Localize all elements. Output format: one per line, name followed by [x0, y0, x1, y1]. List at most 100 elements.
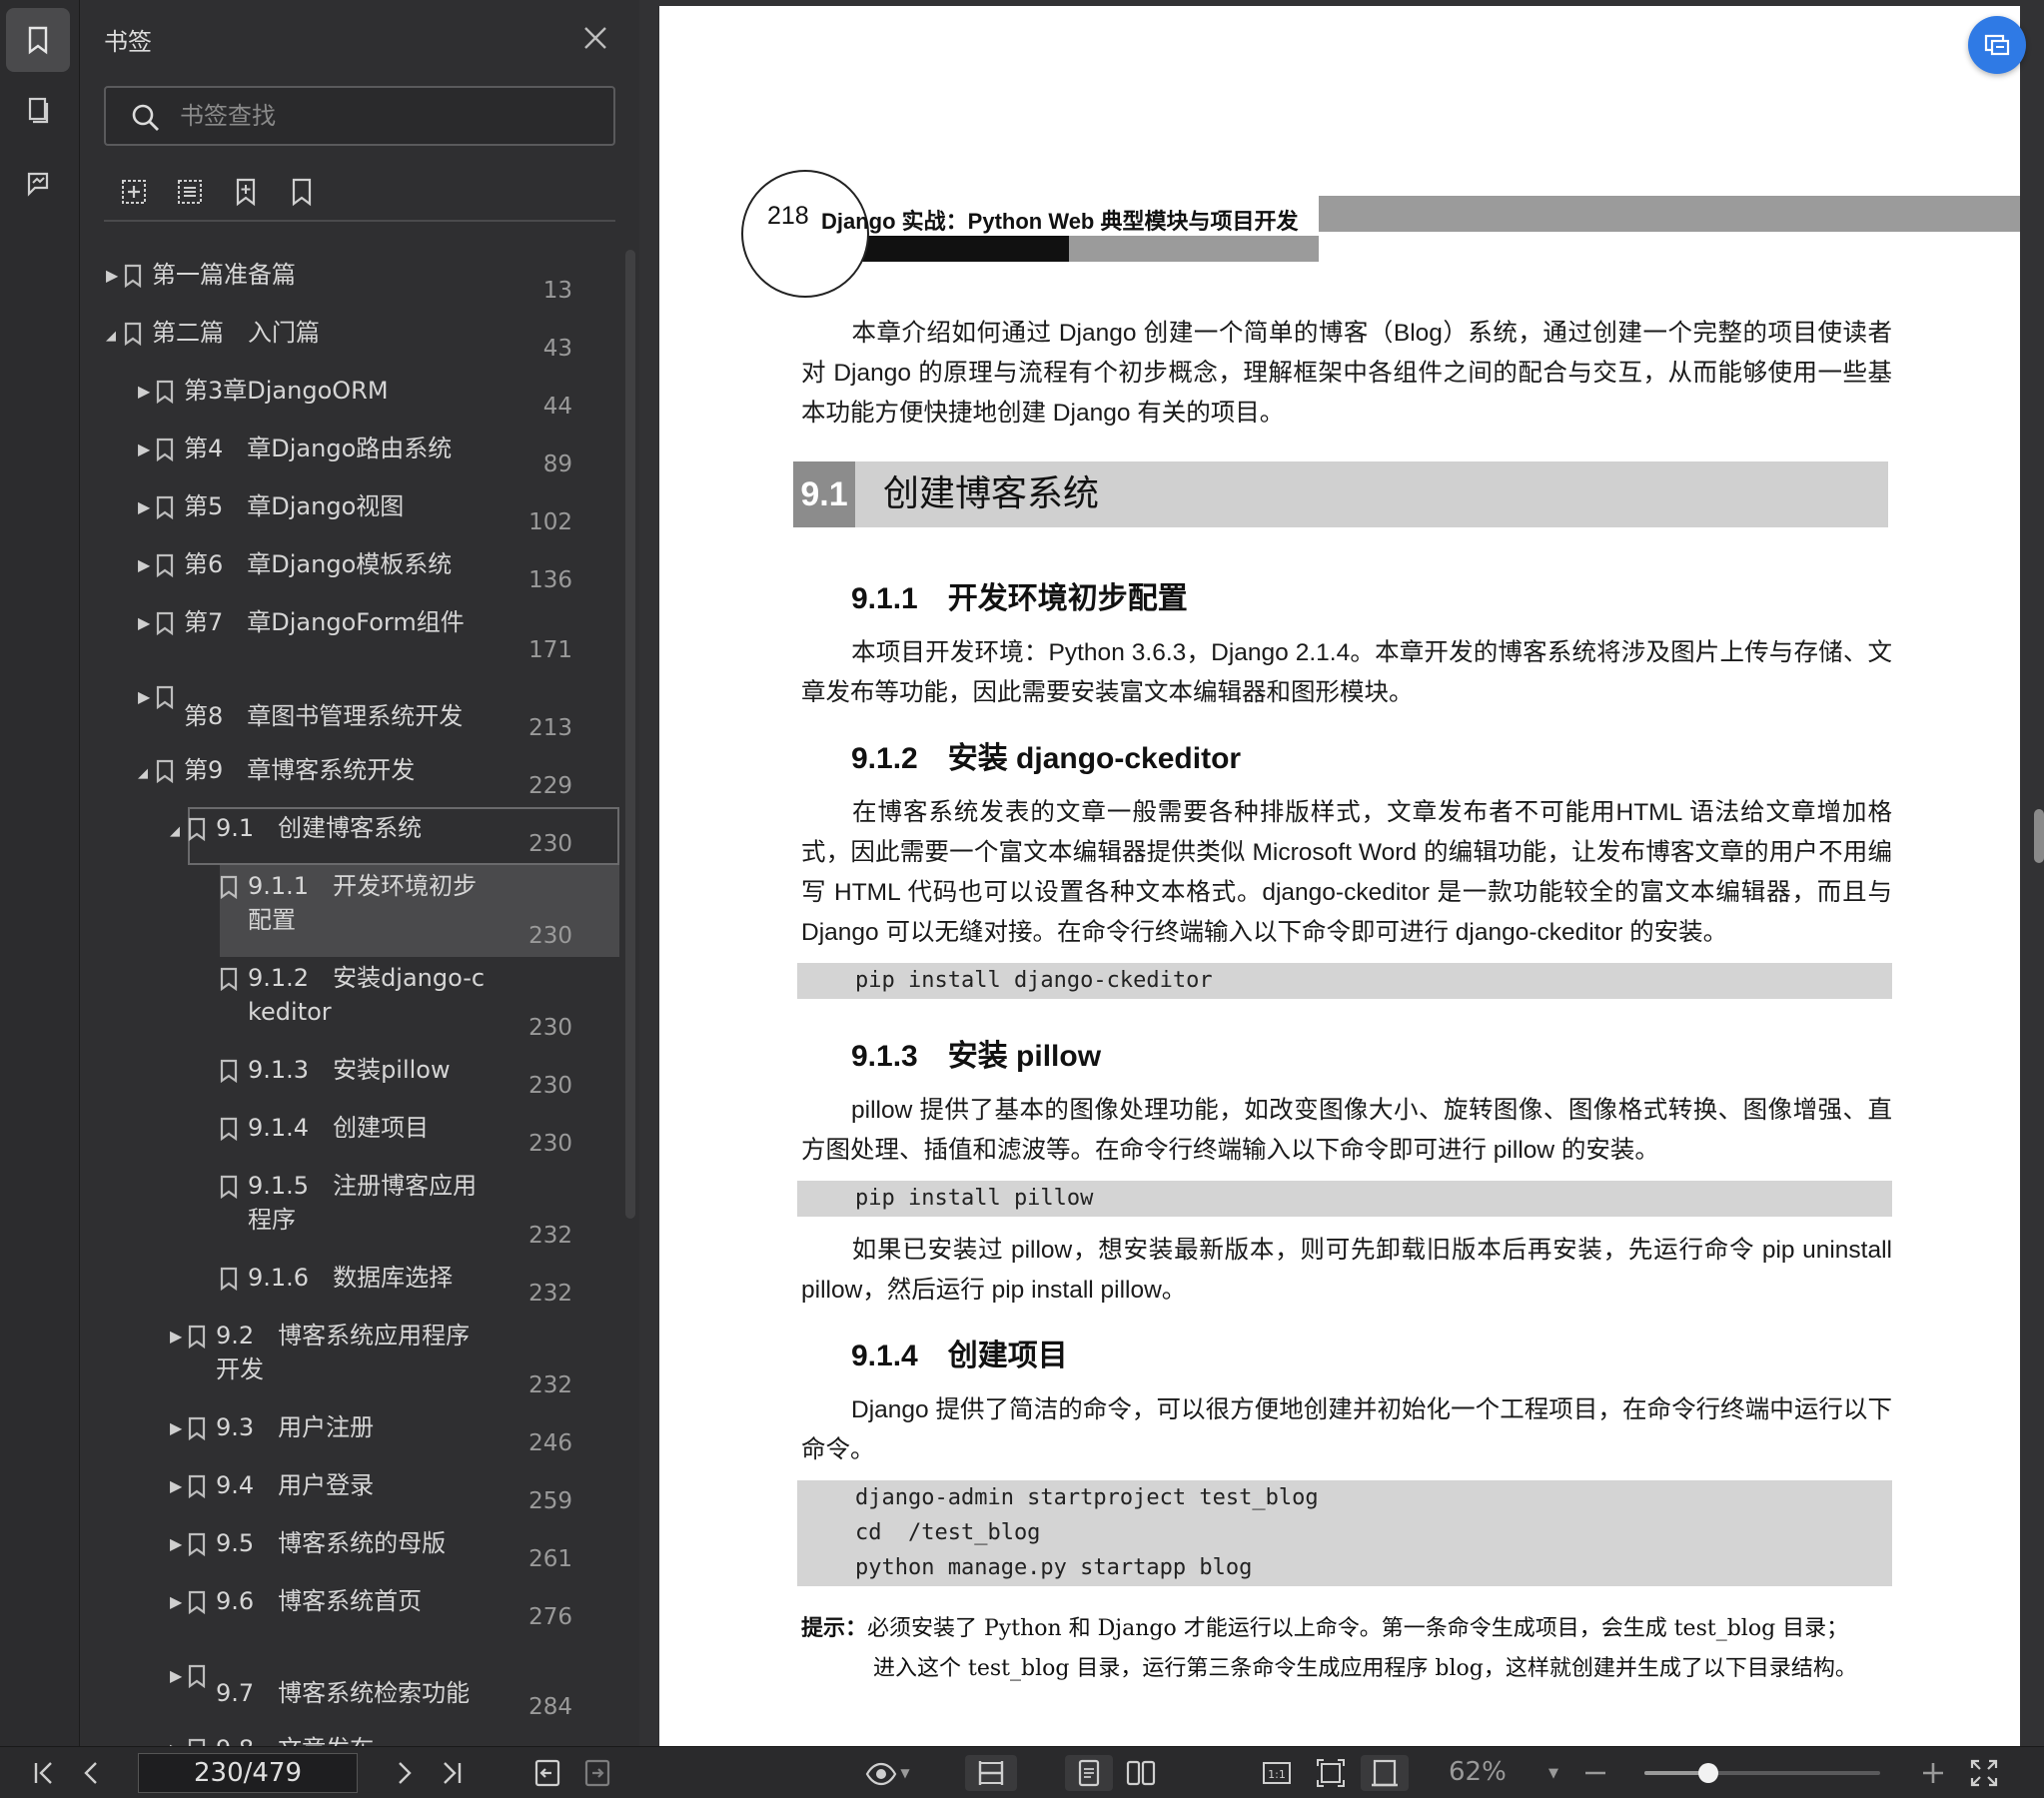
subsection-title-911: 9.1.1 开发环境初步配置	[851, 582, 1188, 615]
collapsed-arrow-icon[interactable]: ▶	[170, 1536, 186, 1552]
bookmark-item[interactable]: ▶ 第8 章图书管理系统开发 213	[80, 675, 624, 749]
add-bookmark-button[interactable]	[114, 172, 154, 212]
fullscreen-icon	[1970, 1759, 1998, 1787]
fullscreen-button[interactable]	[1964, 1755, 2004, 1791]
bookmark-icon	[156, 438, 174, 461]
next-page-button[interactable]	[384, 1755, 424, 1791]
bookmark-item[interactable]: ▶ 第5 章Django视图 102	[80, 485, 624, 543]
bookmark-item[interactable]: 9.1.4 创建项目 230	[80, 1107, 624, 1165]
forward-button[interactable]	[577, 1755, 617, 1791]
expanded-arrow-icon[interactable]: ◢	[138, 766, 154, 782]
bookmark-label: 9.1.3 安装pillow	[248, 1053, 451, 1087]
zoom-in-button[interactable]	[1916, 1755, 1950, 1791]
collapsed-arrow-icon[interactable]: ▶	[138, 689, 154, 705]
bookmark-search-input[interactable]	[180, 96, 599, 136]
back-button[interactable]	[527, 1755, 567, 1791]
bookmark-item[interactable]: 9.1.6 数据库选择 232	[80, 1257, 624, 1315]
bookmark-current-button[interactable]	[226, 172, 266, 212]
bookmark-page-number: 44	[542, 394, 572, 420]
subsection-title-913: 9.1.3 安装 pillow	[851, 1040, 1102, 1073]
running-header: Django 实战：Python Web 典型模块与项目开发	[821, 209, 1299, 234]
collapsed-arrow-icon[interactable]: ▶	[106, 268, 122, 284]
two-page-button[interactable]	[1117, 1755, 1165, 1791]
first-page-button[interactable]	[24, 1755, 64, 1791]
last-page-button[interactable]	[432, 1755, 472, 1791]
bookmark-item[interactable]: 9.1.1 开发环境初步 配置 230	[80, 865, 624, 957]
prev-page-button[interactable]	[72, 1755, 112, 1791]
bookmark-list-button[interactable]	[282, 172, 322, 212]
bookmark-item[interactable]: ▶ 第3章DjangoORM 44	[80, 370, 624, 428]
expanded-arrow-icon[interactable]: ◢	[106, 329, 122, 345]
bookmark-icon	[188, 1474, 206, 1498]
bookmark-item[interactable]: ▶ 9.3 用户注册 246	[80, 1406, 624, 1464]
collapsed-arrow-icon[interactable]: ▶	[170, 1329, 186, 1345]
bookmark-item[interactable]: ◢ 9.1 创建博客系统 230	[80, 807, 624, 865]
zoom-in-icon	[1923, 1763, 1943, 1783]
collapsed-arrow-icon[interactable]: ▶	[138, 615, 154, 631]
code-block-pillow: pip install pillow	[797, 1181, 1892, 1217]
page-number-input[interactable]: 230/479	[138, 1753, 358, 1793]
document-scrollbar[interactable]	[2034, 809, 2044, 863]
close-panel-button[interactable]	[577, 20, 613, 56]
bookmark-icon	[188, 1325, 206, 1348]
bookmark-search-box[interactable]	[104, 86, 615, 146]
bookmark-item[interactable]: ▶ 9.2 博客系统应用程序 开发 232	[80, 1315, 624, 1406]
bookmark-item[interactable]: ▶ 第6 章Django模板系统 136	[80, 543, 624, 601]
actual-size-button[interactable]: 1:1	[1255, 1755, 1299, 1791]
convert-button[interactable]	[1968, 16, 2026, 74]
bookmark-page-number: 261	[528, 1546, 572, 1572]
bookmark-label: 9.8 文章发布	[216, 1732, 374, 1746]
fit-width-icon	[978, 1761, 1004, 1785]
annotation-tab-button[interactable]	[6, 152, 70, 216]
collapsed-arrow-icon[interactable]: ▶	[138, 557, 154, 573]
zoom-dropdown[interactable]: ▼	[1540, 1755, 1566, 1791]
collapsed-arrow-icon[interactable]: ▶	[170, 1420, 186, 1436]
bookmark-item[interactable]: ▶ 9.4 用户登录 259	[80, 1464, 624, 1522]
reading-mode-button[interactable]: ▼	[857, 1755, 917, 1791]
bookmark-item[interactable]: ▶ 9.6 博客系统首页 276	[80, 1580, 624, 1638]
bookmark-label-line: 9.5 博客系统的母版	[216, 1529, 447, 1557]
bookmark-item[interactable]: ◢ 第二篇 入门篇 43	[80, 312, 624, 370]
bookmark-icon	[156, 380, 174, 404]
bookmark-icon	[188, 1738, 206, 1746]
collapsed-arrow-icon[interactable]: ▶	[138, 499, 154, 515]
remove-bookmark-button[interactable]	[170, 172, 210, 212]
zoom-level[interactable]: 62%	[1449, 1757, 1507, 1787]
bookmark-page-number: 284	[528, 1694, 572, 1720]
fit-page-button[interactable]	[1309, 1755, 1353, 1791]
expanded-arrow-icon[interactable]: ◢	[170, 824, 186, 840]
collapsed-arrow-icon[interactable]: ▶	[138, 442, 154, 457]
bookmark-item[interactable]: ▶ 第7 章DjangoForm组件 171	[80, 601, 624, 671]
collapsed-arrow-icon[interactable]: ▶	[170, 1668, 186, 1684]
section-number: 9.1	[793, 461, 855, 527]
bookmark-label-line: 9.1.5 注册博客应用	[248, 1172, 478, 1200]
bookmark-label: 9.1.6 数据库选择	[248, 1261, 453, 1295]
thumbnail-tab-button[interactable]	[6, 78, 70, 142]
bookmark-item[interactable]: ▶ 9.5 博客系统的母版 261	[80, 1522, 624, 1580]
eye-icon	[866, 1762, 897, 1786]
bookmark-item[interactable]: ◢ 第9 章博客系统开发 229	[80, 749, 624, 807]
bookmark-item[interactable]: ▶ 第一篇准备篇 13	[80, 254, 624, 312]
collapsed-arrow-icon[interactable]: ▶	[170, 1478, 186, 1494]
zoom-out-button[interactable]	[1578, 1755, 1612, 1791]
bookmark-icon	[188, 817, 206, 841]
bookmark-item[interactable]: 9.1.3 安装pillow 230	[80, 1049, 624, 1107]
zoom-slider-handle[interactable]	[1697, 1763, 1718, 1783]
bookmark-tab-button[interactable]	[6, 8, 70, 72]
zoom-slider[interactable]	[1644, 1763, 1880, 1783]
rotate-view-button[interactable]	[1361, 1755, 1409, 1791]
bookmark-item[interactable]: ▶ 9.7 博客系统检索功能 284	[80, 1654, 624, 1728]
single-page-button[interactable]	[1065, 1755, 1113, 1791]
collapsed-arrow-icon[interactable]: ▶	[138, 384, 154, 400]
bookmark-item[interactable]: 9.1.5 注册博客应用 程序 232	[80, 1165, 624, 1257]
bookmark-item[interactable]: ▶ 第4 章Django路由系统 89	[80, 428, 624, 485]
bookmark-label-line: 9.1.6 数据库选择	[248, 1264, 454, 1292]
bookmark-item[interactable]: 9.1.2 安装django-c keditor 230	[80, 957, 624, 1049]
page-thumbnail-icon	[28, 97, 49, 124]
tip-line-1: 必须安装了 Python 和 Django 才能运行以上命令。第一条命令生成项目…	[867, 1616, 1849, 1641]
collapsed-arrow-icon[interactable]: ▶	[170, 1594, 186, 1610]
bookmark-item[interactable]: ▶9.8 文章发布	[80, 1728, 624, 1746]
fit-width-button[interactable]	[965, 1755, 1017, 1791]
panel-scrollbar[interactable]	[625, 250, 635, 1219]
code-block-ckeditor: pip install django-ckeditor	[797, 963, 1892, 999]
